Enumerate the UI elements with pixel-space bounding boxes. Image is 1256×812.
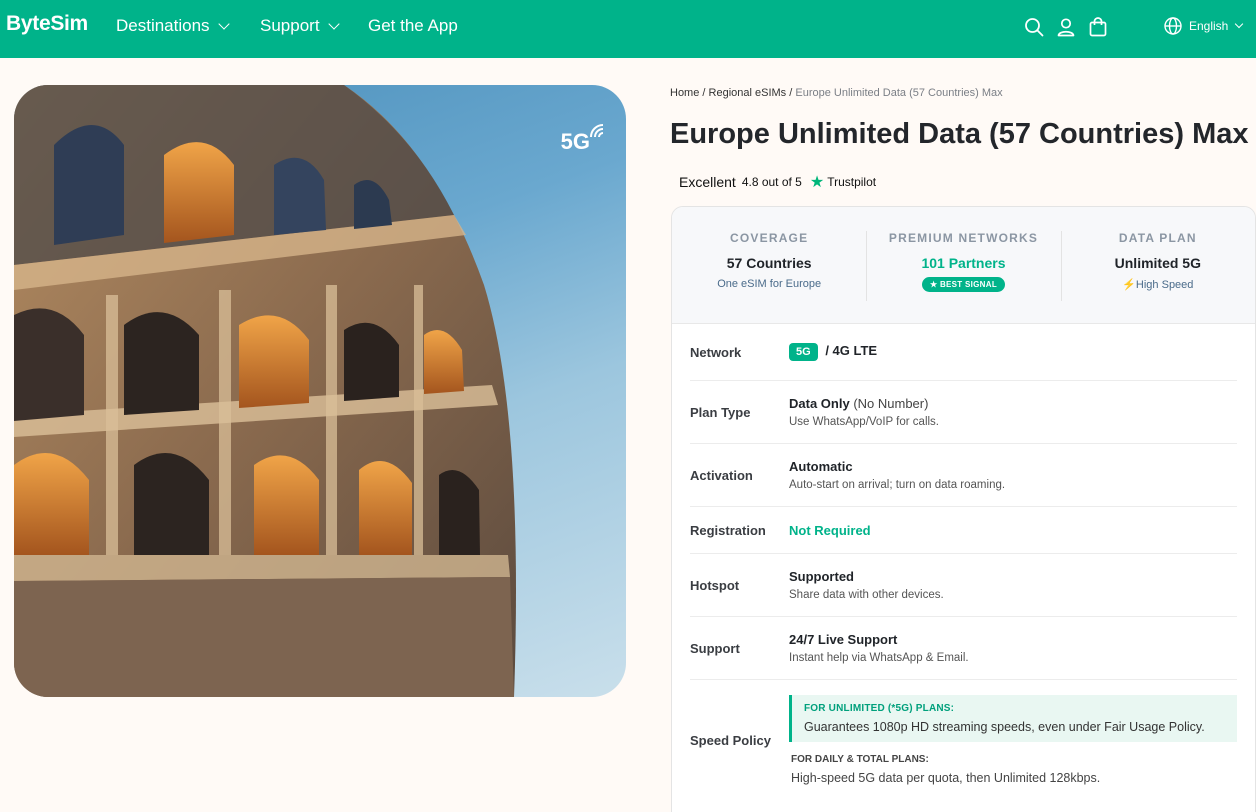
nav-support-label: Support: [260, 16, 320, 35]
daily-policy: FOR DAILY & TOTAL PLANS: High-speed 5G d…: [789, 742, 1237, 785]
trustpilot-label: Excellent: [679, 174, 736, 190]
chevron-down-icon: [1235, 19, 1244, 29]
trustpilot-rating[interactable]: Excellent 4.8 out of 5 ★ Trustpilot: [679, 172, 876, 192]
nav-destinations[interactable]: Destinations: [116, 16, 230, 36]
breadcrumb: Home / Regional eSIMs / Europe Unlimited…: [670, 87, 1003, 99]
stat-value: 57 Countries: [726, 255, 812, 271]
hotspot-desc: Share data with other devices.: [789, 589, 944, 601]
stat-coverage: COVERAGE 57 Countries One eSIM for Europ…: [672, 231, 866, 323]
nav-destinations-label: Destinations: [116, 16, 210, 35]
hero-image: 5G: [14, 85, 626, 697]
breadcrumb-regional[interactable]: Regional eSIMs: [709, 87, 787, 99]
spec-row-registration: Registration Not Required: [690, 507, 1237, 554]
spec-label: Hotspot: [690, 577, 740, 593]
spec-row-network: Network 5G / 4G LTE: [690, 324, 1237, 381]
support-value: 24/7 Live Support: [789, 632, 898, 647]
stat-value: Unlimited 5G: [1114, 255, 1201, 271]
language-selector[interactable]: English: [1163, 16, 1244, 36]
spec-row-hotspot: Hotspot Supported Share data with other …: [690, 554, 1237, 617]
unlimited-policy-box: FOR UNLIMITED (*5G) PLANS: Guarantees 10…: [789, 695, 1237, 742]
search-icon[interactable]: [1023, 16, 1045, 38]
plan-type-value: Data Only: [789, 396, 850, 411]
spec-value: 5G / 4G LTE: [789, 343, 1237, 361]
spec-label: Support: [690, 640, 740, 656]
stat-networks: PREMIUM NETWORKS 101 Partners ★ BEST SIG…: [866, 231, 1060, 323]
stat-sub-text: High Speed: [1135, 279, 1194, 291]
spec-value: Not Required: [789, 523, 1237, 538]
bolt-icon: ⚡: [1122, 279, 1136, 291]
plan-type-desc: Use WhatsApp/VoIP for calls.: [789, 416, 939, 428]
product-details-card: COVERAGE 57 Countries One eSIM for Europ…: [671, 206, 1256, 812]
daily-policy-heading: FOR DAILY & TOTAL PLANS:: [791, 754, 929, 765]
spec-value: Supported Share data with other devices.: [789, 569, 1237, 601]
bag-icon[interactable]: [1087, 16, 1109, 38]
nav-support[interactable]: Support: [260, 16, 340, 36]
spec-label: Network: [690, 344, 742, 360]
spec-table: Network 5G / 4G LTE Plan Type Data Only …: [672, 324, 1255, 800]
globe-icon: [1164, 17, 1182, 35]
stat-label: PREMIUM NETWORKS: [888, 231, 1039, 245]
daily-policy-text: High-speed 5G data per quota, then Unlim…: [791, 771, 1101, 785]
logo[interactable]: ByteSim: [6, 12, 88, 36]
5g-tag: 5G: [789, 343, 818, 361]
spec-value: FOR UNLIMITED (*5G) PLANS: Guarantees 10…: [789, 695, 1237, 785]
spec-value: Automatic Auto-start on arrival; turn on…: [789, 459, 1237, 491]
spec-value: Data Only (No Number) Use WhatsApp/VoIP …: [789, 396, 1237, 428]
network-value: / 4G LTE: [825, 343, 878, 358]
spec-label: Plan Type: [690, 404, 751, 420]
star-icon: ★: [809, 174, 825, 191]
product-title: Europe Unlimited Data (57 Countries) Max: [670, 118, 1249, 150]
stat-data-plan: DATA PLAN Unlimited 5G ⚡High Speed: [1060, 231, 1255, 323]
stat-sub: ⚡High Speed: [1061, 278, 1255, 291]
spec-row-speed-policy: Speed Policy FOR UNLIMITED (*5G) PLANS: …: [690, 680, 1237, 800]
unlimited-policy-text: Guarantees 1080p HD streaming speeds, ev…: [804, 720, 1205, 734]
spec-row-activation: Activation Automatic Auto-start on arriv…: [690, 444, 1237, 507]
spec-row-support: Support 24/7 Live Support Instant help v…: [690, 617, 1237, 680]
activation-desc: Auto-start on arrival; turn on data roam…: [789, 479, 1006, 491]
spec-row-plan-type: Plan Type Data Only (No Number) Use What…: [690, 381, 1237, 444]
colosseum-illustration: [14, 85, 516, 697]
breadcrumb-separator: /: [789, 87, 793, 99]
breadcrumb-home[interactable]: Home: [670, 87, 699, 99]
spec-value: 24/7 Live Support Instant help via Whats…: [789, 632, 1237, 664]
wifi-icon: [589, 124, 603, 138]
chevron-down-icon: [217, 17, 230, 30]
stat-value: 101 Partners: [921, 255, 1006, 271]
unlimited-policy-heading: FOR UNLIMITED (*5G) PLANS:: [804, 703, 955, 714]
language-label: English: [1189, 19, 1229, 33]
breadcrumb-separator: /: [702, 87, 706, 99]
user-icon[interactable]: [1055, 16, 1077, 38]
top-nav-bar: ByteSim Destinations Support Get the App…: [0, 0, 1256, 58]
activation-value: Automatic: [789, 459, 853, 474]
5g-badge: 5G: [560, 124, 603, 155]
registration-value: Not Required: [789, 522, 871, 538]
5g-badge-label: 5G: [560, 129, 590, 154]
spec-label: Speed Policy: [690, 732, 771, 748]
stat-sub: One eSIM for Europe: [717, 278, 822, 290]
hotspot-value: Supported: [789, 569, 854, 584]
stat-label: DATA PLAN: [1118, 231, 1197, 245]
nav-get-the-app-label: Get the App: [368, 16, 458, 35]
spec-label: Registration: [690, 522, 766, 538]
best-signal-badge: ★ BEST SIGNAL: [921, 277, 1006, 292]
trustpilot-brand: Trustpilot: [827, 175, 877, 189]
chevron-down-icon: [327, 17, 340, 30]
stats-strip: COVERAGE 57 Countries One eSIM for Europ…: [672, 207, 1255, 324]
stat-label: COVERAGE: [730, 231, 809, 245]
spec-label: Activation: [690, 467, 753, 483]
support-desc: Instant help via WhatsApp & Email.: [789, 652, 969, 664]
trustpilot-score: 4.8 out of 5: [741, 175, 802, 189]
plan-type-paren: (No Number): [853, 396, 929, 411]
breadcrumb-current: Europe Unlimited Data (57 Countries) Max: [795, 87, 1003, 99]
nav-get-the-app[interactable]: Get the App: [368, 16, 458, 36]
